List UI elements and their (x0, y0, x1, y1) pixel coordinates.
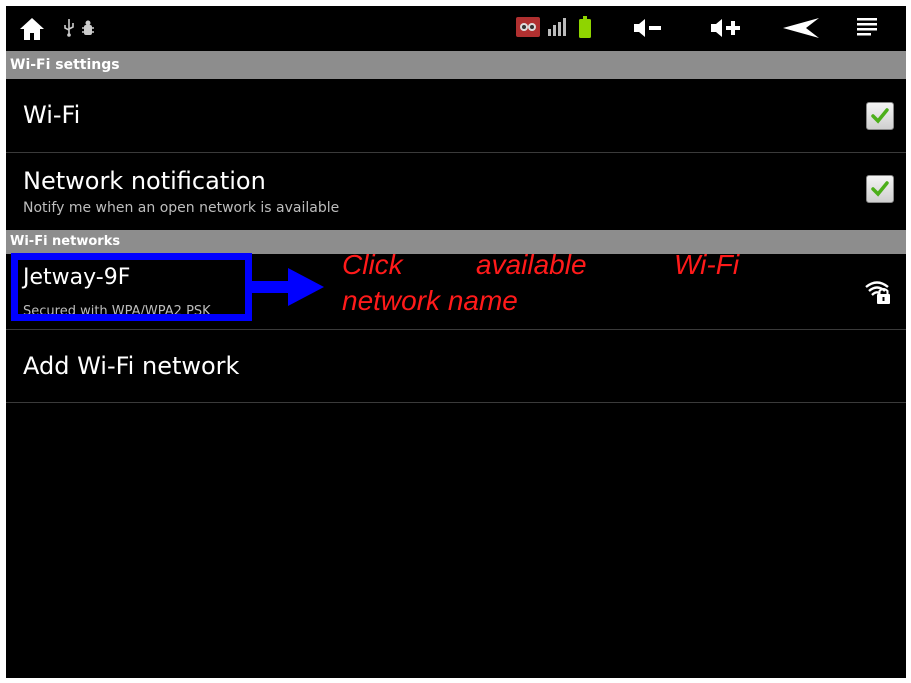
menu-icon[interactable] (854, 16, 880, 40)
checkmark-icon (871, 108, 889, 124)
status-bar (6, 6, 906, 50)
network-notification-row[interactable]: Network notification Notify me when an o… (6, 153, 906, 232)
usb-icon (61, 18, 77, 38)
section-header-wifi-settings: Wi-Fi settings (6, 51, 906, 79)
annotation-word-click: Click (342, 249, 403, 280)
battery-icon (578, 15, 592, 39)
highlight-box (11, 253, 252, 321)
app-notification-icon (516, 17, 540, 37)
android-screen: Wi-Fi settings Wi-Fi Network notificatio… (6, 6, 906, 678)
signal-icon (546, 16, 568, 38)
arrow-icon (252, 268, 324, 306)
checkmark-icon (871, 181, 889, 197)
wifi-toggle-row[interactable]: Wi-Fi (6, 79, 906, 153)
add-wifi-network-label: Add Wi-Fi network (23, 352, 240, 380)
debug-icon (80, 18, 96, 38)
home-icon[interactable] (18, 16, 46, 42)
wifi-checkbox[interactable] (866, 102, 894, 130)
network-notification-subtitle: Notify me when an open network is availa… (23, 200, 340, 216)
add-wifi-network-button[interactable]: Add Wi-Fi network (6, 330, 906, 403)
network-notification-checkbox[interactable] (866, 175, 894, 203)
volume-up-icon[interactable] (708, 16, 744, 40)
wifi-label: Wi-Fi (23, 101, 81, 129)
annotation-word-available: available (476, 249, 587, 280)
wifi-locked-icon (864, 278, 892, 306)
back-icon[interactable] (781, 16, 821, 40)
volume-down-icon[interactable] (631, 16, 665, 40)
network-notification-label: Network notification (23, 167, 266, 195)
annotation-line2: network name (342, 285, 518, 316)
annotation-word-wifi: Wi-Fi (674, 249, 740, 280)
section-header-wifi-networks: Wi-Fi networks (6, 230, 906, 254)
